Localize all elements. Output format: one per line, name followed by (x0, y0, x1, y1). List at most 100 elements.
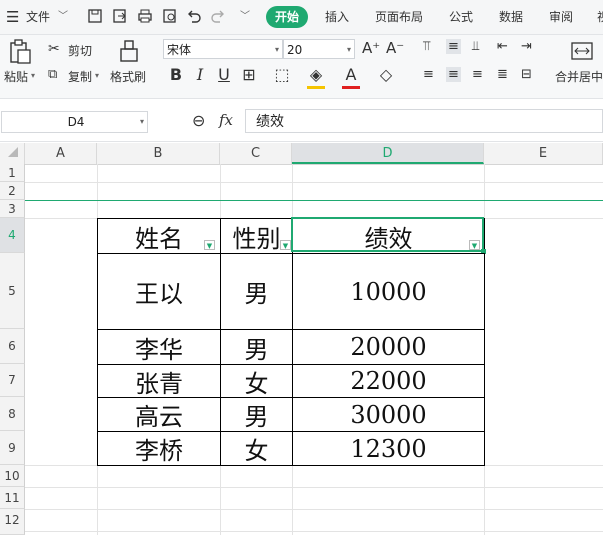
justify-icon[interactable]: ≣ (497, 67, 508, 82)
table-cell[interactable]: 男 (220, 329, 293, 365)
cut-button[interactable]: 剪切 (68, 42, 92, 59)
header-name-text: 姓名 (135, 224, 183, 253)
indent-increase-icon[interactable]: ⇥ (521, 39, 532, 54)
tab-insert[interactable]: 插入 (325, 0, 349, 34)
table-cell[interactable]: 女 (220, 364, 293, 398)
gridline (25, 200, 603, 201)
table-cell[interactable]: 12300 (292, 431, 485, 466)
fx-icon[interactable]: fx (219, 111, 233, 129)
table-cell[interactable]: 李华 (97, 329, 221, 365)
table-cell[interactable]: 男 (220, 397, 293, 432)
underline-icon[interactable]: U (215, 65, 233, 85)
copy-dropdown-icon[interactable]: ▾ (95, 71, 99, 80)
table-cell[interactable]: 女 (220, 431, 293, 466)
tab-review[interactable]: 审阅 (549, 0, 573, 34)
column-header-e[interactable]: E (484, 143, 603, 164)
row-header-12[interactable]: 12 (0, 509, 25, 535)
paste-label[interactable]: 粘贴 (4, 68, 28, 85)
column-header-c[interactable]: C (220, 143, 292, 164)
row-header-4[interactable]: 4 (0, 218, 25, 253)
name-box-value: D4 (67, 115, 85, 129)
align-left-icon[interactable]: ≡ (423, 67, 434, 82)
filter-dropdown-icon[interactable]: ▼ (280, 240, 291, 250)
italic-icon[interactable]: I (191, 65, 209, 85)
select-all-corner[interactable] (0, 143, 25, 164)
table-cell[interactable]: 20000 (292, 329, 485, 365)
print-preview-icon[interactable] (162, 8, 178, 24)
align-bottom-icon[interactable]: ⫫ (472, 39, 479, 54)
tab-page-layout[interactable]: 页面布局 (375, 0, 423, 34)
gridline (25, 531, 603, 532)
tab-formulas[interactable]: 公式 (449, 0, 473, 34)
paste-dropdown-icon[interactable]: ▾ (31, 71, 35, 80)
formula-input[interactable]: 绩效 (245, 109, 603, 133)
undo-icon[interactable] (186, 8, 202, 24)
align-top-icon[interactable]: ⫪ (423, 39, 430, 54)
column-header-d[interactable]: D (292, 143, 484, 164)
hamburger-icon[interactable]: ☰ (6, 0, 19, 34)
row-header-10[interactable]: 10 (0, 465, 25, 487)
gridline (25, 509, 603, 510)
merge-center-button[interactable]: 合并居中 (555, 68, 603, 85)
borders-icon[interactable]: ⊞ (240, 65, 258, 85)
row-header-7[interactable]: 7 (0, 364, 25, 397)
gridline (25, 182, 603, 183)
filter-dropdown-icon[interactable]: ▼ (204, 240, 215, 250)
table-cell[interactable]: 王以 (97, 253, 221, 330)
table-cell[interactable]: 10000 (292, 253, 485, 330)
column-header-a[interactable]: A (25, 143, 97, 164)
zoom-search-icon[interactable]: ⊖ (192, 111, 205, 130)
redo-icon[interactable] (210, 8, 226, 24)
tab-view[interactable]: 视 (597, 0, 603, 34)
cell-style-icon[interactable]: ⬚ (273, 65, 291, 85)
select-all-triangle-icon (8, 147, 18, 157)
clear-format-icon[interactable]: ◇ (377, 65, 395, 85)
row-header-6[interactable]: 6 (0, 329, 25, 364)
font-size-select[interactable]: 20 ▾ (283, 39, 355, 59)
table-cell[interactable]: 高云 (97, 397, 221, 432)
save-icon[interactable] (87, 8, 103, 24)
copy-icon[interactable]: ⧉ (48, 67, 57, 82)
font-color-icon[interactable]: A (342, 65, 360, 85)
table-cell[interactable]: 22000 (292, 364, 485, 398)
row-header-5[interactable]: 5 (0, 253, 25, 329)
file-menu[interactable]: 文件 (26, 0, 50, 34)
bold-icon[interactable]: B (167, 65, 185, 85)
format-painter-icon[interactable] (118, 39, 140, 65)
fill-color-icon[interactable]: ◈ (307, 65, 325, 85)
table-cell[interactable]: 张青 (97, 364, 221, 398)
print-icon[interactable] (137, 8, 153, 24)
table-cell[interactable]: 李桥 (97, 431, 221, 466)
chevron-down-icon[interactable]: ﹀ (58, 0, 68, 34)
align-right-icon[interactable]: ≡ (472, 67, 483, 82)
scissors-icon[interactable]: ✂ (48, 41, 60, 57)
merge-center-icon[interactable] (571, 41, 593, 61)
header-cell-name[interactable]: 姓名 (97, 218, 221, 254)
row-header-2[interactable]: 2 (0, 182, 25, 200)
align-center-icon[interactable]: ≡ (446, 67, 461, 82)
column-header-b[interactable]: B (97, 143, 220, 164)
table-cell[interactable]: 男 (220, 253, 293, 330)
tab-data[interactable]: 数据 (499, 0, 523, 34)
more-chevron-icon[interactable]: ﹀ (240, 0, 250, 34)
format-painter-button[interactable]: 格式刷 (110, 68, 146, 85)
font-size-value: 20 (287, 43, 303, 57)
export-icon[interactable] (112, 8, 128, 24)
paste-icon[interactable] (8, 39, 32, 65)
indent-decrease-icon[interactable]: ⇤ (497, 39, 508, 54)
font-name-select[interactable]: 宋体 ▾ (163, 39, 283, 59)
row-header-1[interactable]: 1 (0, 164, 25, 182)
name-box[interactable]: D4 ▾ (1, 111, 148, 133)
tab-home[interactable]: 开始 (266, 6, 308, 28)
row-header-9[interactable]: 9 (0, 431, 25, 465)
row-header-8[interactable]: 8 (0, 397, 25, 431)
copy-button[interactable]: 复制 (68, 68, 92, 85)
fill-color-swatch (307, 86, 325, 89)
row-header-11[interactable]: 11 (0, 487, 25, 509)
distribute-icon[interactable]: ⊟ (521, 67, 532, 82)
row-header-3[interactable]: 3 (0, 200, 25, 218)
table-cell[interactable]: 30000 (292, 397, 485, 432)
increase-font-icon[interactable]: A⁺ (362, 39, 380, 57)
align-middle-icon[interactable]: ≡ (446, 39, 461, 54)
decrease-font-icon[interactable]: A⁻ (386, 39, 404, 57)
